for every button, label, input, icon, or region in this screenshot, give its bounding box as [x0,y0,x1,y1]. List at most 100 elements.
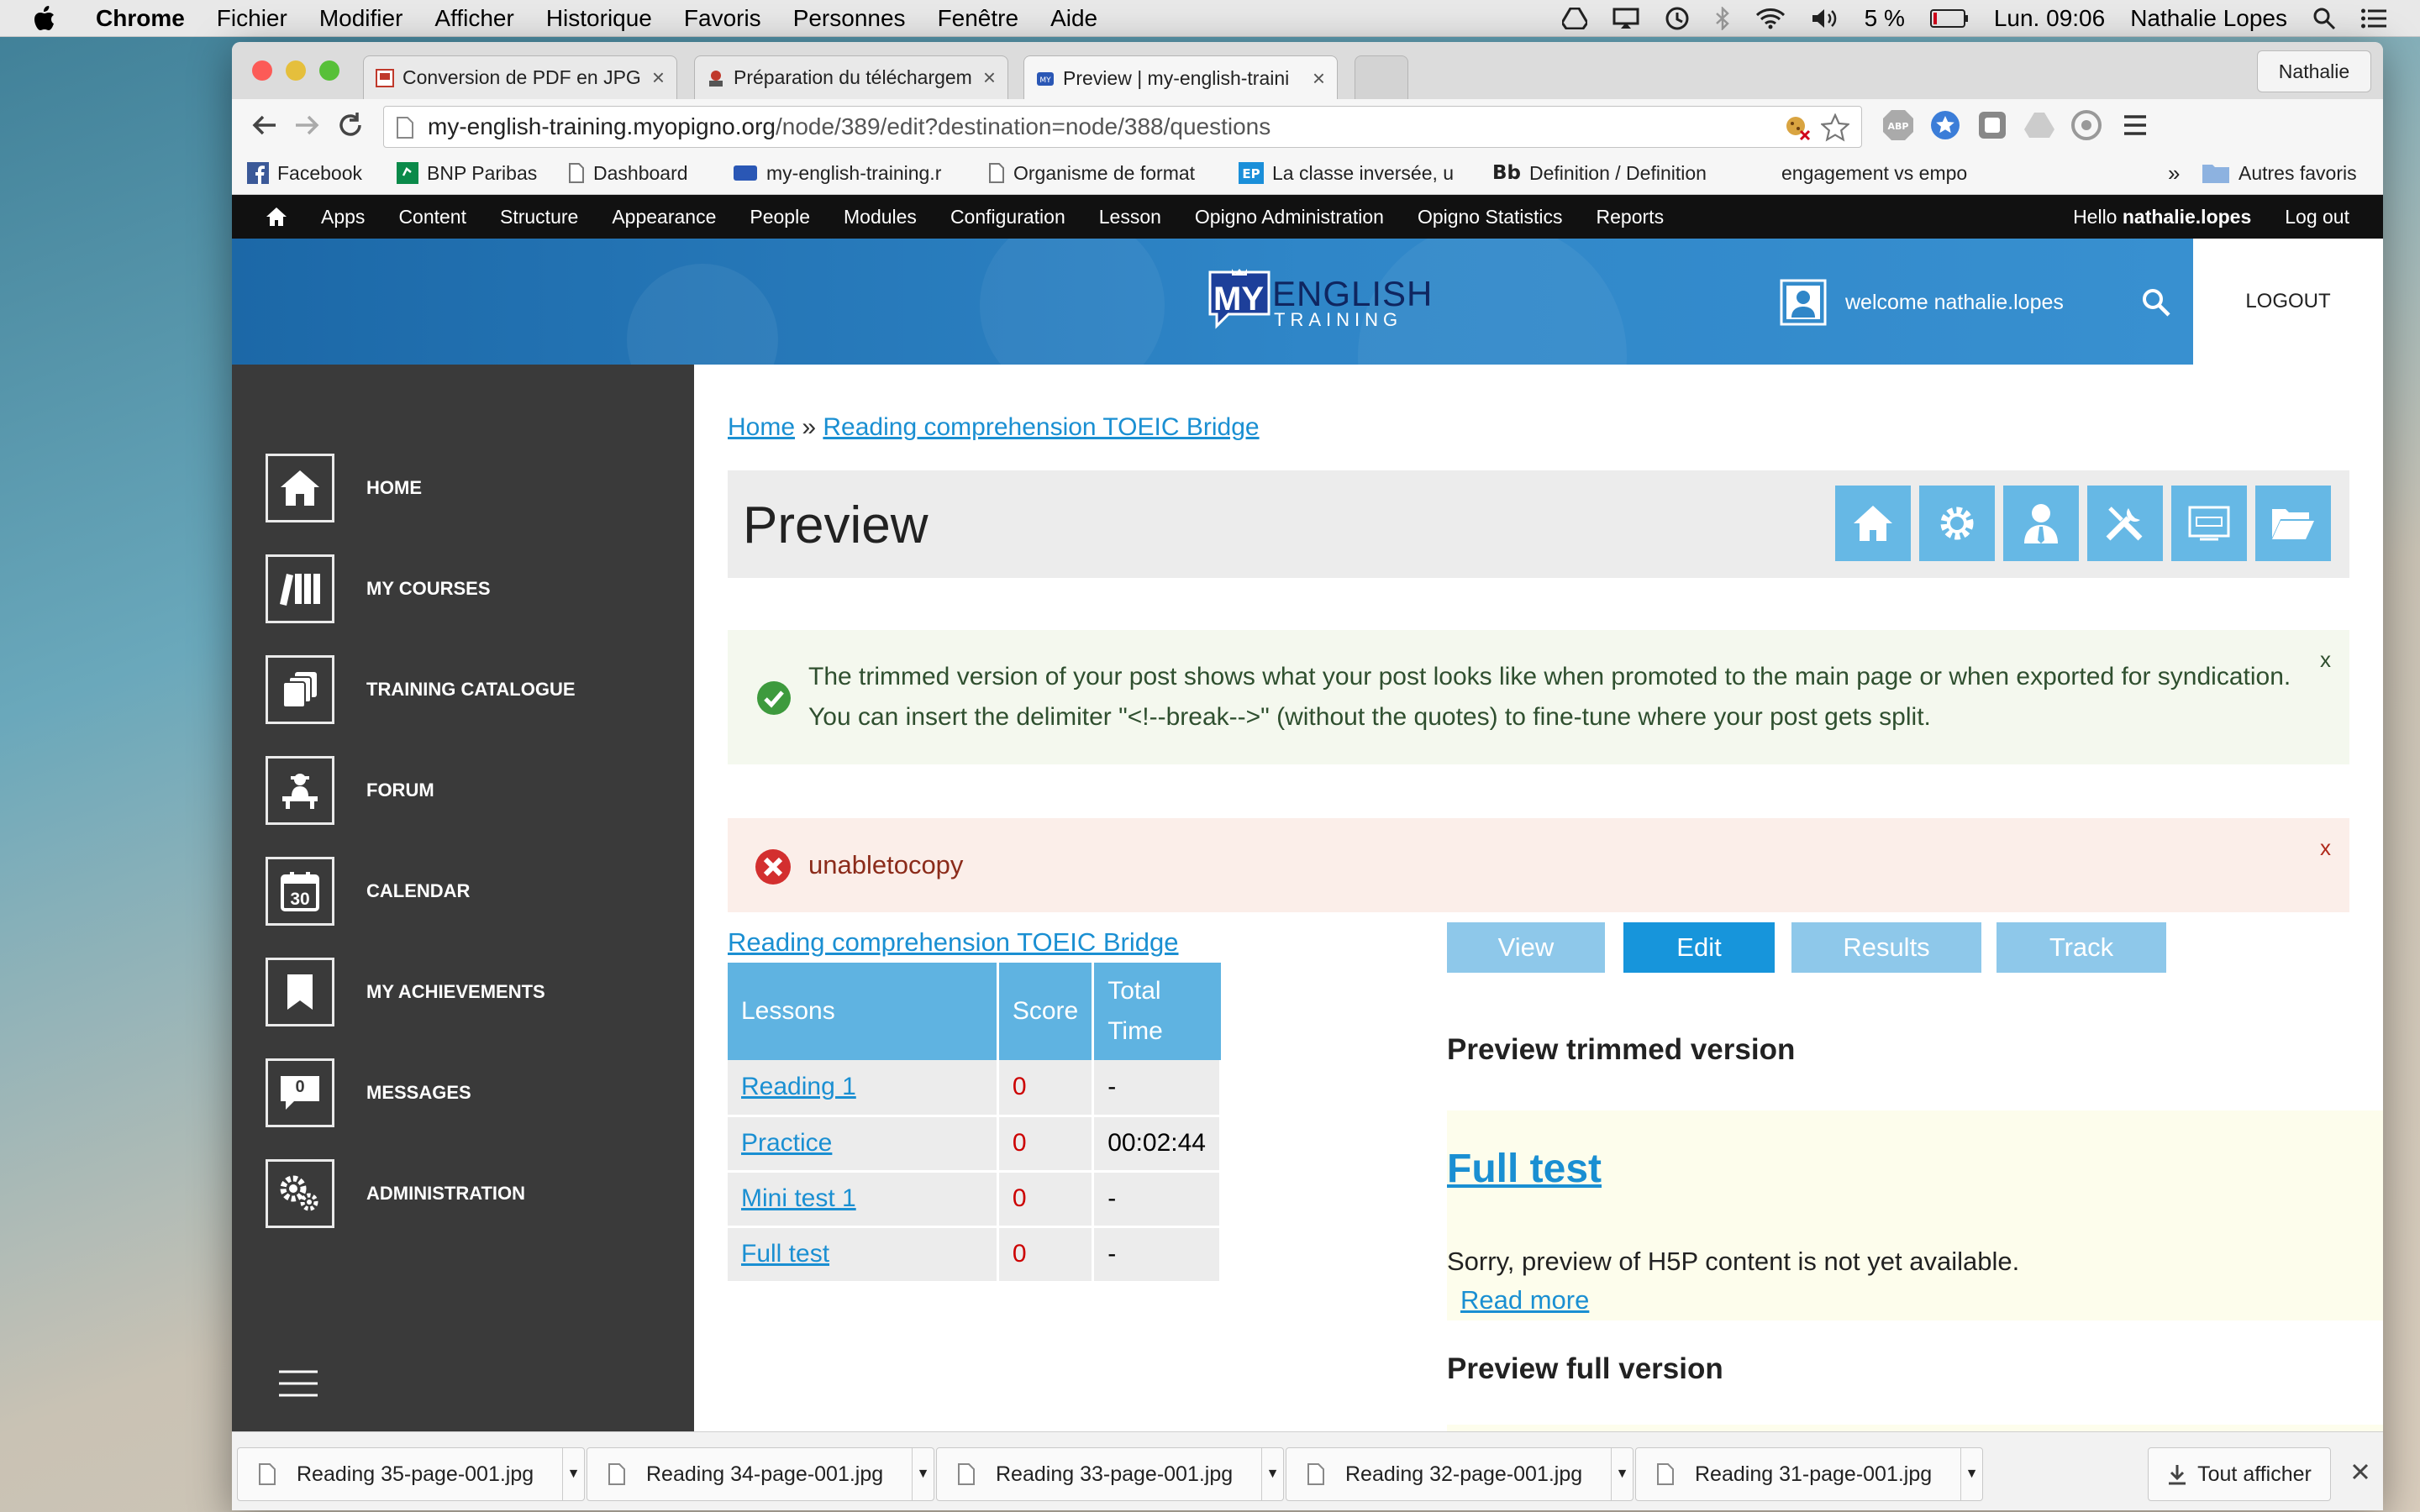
notification-center-icon[interactable] [2361,8,2386,29]
close-error-message-button[interactable]: x [2320,835,2331,861]
sidebar-item-my-achievements[interactable]: MY ACHIEVEMENTS [266,958,545,1026]
apple-icon[interactable] [34,5,55,31]
drive-icon[interactable] [1561,8,1587,29]
time-machine-icon[interactable] [1665,6,1690,31]
admin-structure[interactable]: Structure [500,206,578,228]
column-header-total-time[interactable]: Total Time [1092,963,1221,1060]
drive-extension-icon[interactable] [2023,109,2055,141]
bookmark-facebook[interactable]: Facebook [247,151,362,195]
extension-round-icon[interactable] [2070,109,2102,141]
extension-square-icon[interactable] [1976,109,2008,141]
admin-opigno-administration[interactable]: Opigno Administration [1195,206,1384,228]
close-status-message-button[interactable]: x [2320,647,2331,673]
address-bar[interactable]: my-english-training.myopigno.org/node/38… [383,106,1862,148]
volume-icon[interactable] [1811,8,1839,29]
site-logout-button[interactable]: LOGOUT [2193,239,2383,365]
admin-logout[interactable]: Log out [2285,206,2349,228]
minimize-window-button[interactable] [286,60,306,81]
close-tab-icon[interactable]: × [652,65,665,91]
close-window-button[interactable] [252,60,272,81]
menu-fenetre[interactable]: Fenêtre [938,5,1019,32]
admin-opigno-statistics[interactable]: Opigno Statistics [1418,206,1563,228]
download-menu-icon[interactable]: ▼ [1611,1448,1633,1500]
download-menu-icon[interactable]: ▼ [912,1448,934,1500]
download-menu-icon[interactable]: ▼ [1261,1448,1283,1500]
reload-icon[interactable] [336,111,365,139]
menu-app[interactable]: Chrome [96,5,185,32]
lesson-link[interactable]: Mini test 1 [741,1184,856,1212]
lesson-link[interactable]: Full test [741,1240,829,1268]
tab-edit[interactable]: Edit [1623,922,1775,973]
zoom-window-button[interactable] [319,60,339,81]
sidebar-item-messages[interactable]: 0 MESSAGES [266,1058,471,1127]
course-display-button[interactable] [2171,486,2247,561]
course-files-button[interactable] [2255,486,2331,561]
bookmark-definition[interactable]: Bb Definition / Definition [1492,151,1707,195]
tab-track[interactable]: Track [1996,922,2166,973]
lesson-link[interactable]: Practice [741,1129,832,1157]
download-menu-icon[interactable]: ▼ [562,1448,584,1500]
admin-people[interactable]: People [750,206,810,228]
sidebar-item-administration[interactable]: ADMINISTRATION [266,1159,525,1228]
download-item[interactable]: Reading 34-page-001.jpg ▼ [587,1447,934,1501]
bookmark-organisme[interactable]: Organisme de format [988,151,1213,195]
bluetooth-icon[interactable] [1715,7,1730,30]
spotlight-icon[interactable] [2312,7,2336,30]
tab-results[interactable]: Results [1791,922,1981,973]
wifi-icon[interactable] [1755,8,1786,29]
bookmark-bnp[interactable]: BNP Paribas [397,151,537,195]
airplay-icon[interactable] [1612,8,1639,29]
site-search-icon[interactable] [2141,287,2171,318]
menu-personnes[interactable]: Personnes [793,5,906,32]
read-more-link[interactable]: Read more [1460,1285,1589,1315]
admin-appearance[interactable]: Appearance [612,206,716,228]
bookmarks-overflow-button[interactable]: » [2168,151,2180,195]
bookmark-my-english[interactable]: my-english-training.r [733,151,955,195]
sidebar-item-calendar[interactable]: 30 CALENDAR [266,857,470,926]
cookie-blocked-icon[interactable] [1784,114,1811,141]
tab-upload-prep[interactable]: Préparation du téléchargem × [694,55,1008,99]
bookmark-dashboard[interactable]: Dashboard [568,151,688,195]
menu-modifier[interactable]: Modifier [319,5,403,32]
bookmark-other-folder[interactable]: Autres favoris [2202,151,2357,195]
site-logo[interactable]: MY ENGLISH TRAINING [1207,265,1432,333]
lesson-link[interactable]: Reading 1 [741,1073,856,1100]
download-item[interactable]: Reading 32-page-001.jpg ▼ [1286,1447,1634,1501]
admin-modules[interactable]: Modules [844,206,917,228]
admin-hello[interactable]: Hello nathalie.lopes [2073,206,2251,228]
course-link[interactable]: Reading comprehension TOEIC Bridge [728,927,1179,958]
hamburger-menu-icon[interactable] [279,1369,318,1398]
extension-star-icon[interactable] [1929,109,1961,141]
sidebar-item-forum[interactable]: FORUM [266,756,434,825]
course-settings-button[interactable] [1919,486,1995,561]
sidebar-item-my-courses[interactable]: MY COURSES [266,554,491,623]
adblock-icon[interactable]: ABP [1882,109,1914,141]
menu-favoris[interactable]: Favoris [684,5,761,32]
profile-button[interactable]: Nathalie [2257,50,2371,92]
bookmark-engagement[interactable]: engagement vs empo [1781,151,1975,195]
forward-icon[interactable] [292,111,321,139]
download-menu-icon[interactable]: ▼ [1960,1448,1982,1500]
close-tab-icon[interactable]: × [983,65,996,91]
new-tab-button[interactable] [1355,55,1408,99]
admin-home-icon[interactable] [266,207,287,227]
tab-preview-active[interactable]: MY Preview | my-english-traini × [1023,55,1338,101]
download-item[interactable]: Reading 33-page-001.jpg ▼ [936,1447,1284,1501]
sidebar-item-home[interactable]: HOME [266,454,422,522]
bookmark-classe-inversee[interactable]: EP La classe inversée, u [1239,151,1459,195]
course-users-button[interactable] [2003,486,2079,561]
download-item[interactable]: Reading 35-page-001.jpg ▼ [237,1447,585,1501]
tab-pdf-to-jpg[interactable]: Conversion de PDF en JPG × [363,55,677,99]
download-item[interactable]: Reading 31-page-001.jpg ▼ [1635,1447,1983,1501]
breadcrumb-course[interactable]: Reading comprehension TOEIC Bridge [823,413,1259,441]
menu-fichier[interactable]: Fichier [217,5,287,32]
os-user[interactable]: Nathalie Lopes [2130,5,2287,32]
bookmark-star-icon[interactable] [1821,113,1849,142]
welcome-user[interactable]: welcome nathalie.lopes [1780,279,2171,326]
menu-historique[interactable]: Historique [546,5,652,32]
breadcrumb-home[interactable]: Home [728,413,795,441]
column-header-score[interactable]: Score [997,963,1095,1060]
menu-afficher[interactable]: Afficher [434,5,513,32]
chrome-menu-icon[interactable] [2123,113,2148,138]
node-title-link[interactable]: Full test [1447,1146,1602,1192]
